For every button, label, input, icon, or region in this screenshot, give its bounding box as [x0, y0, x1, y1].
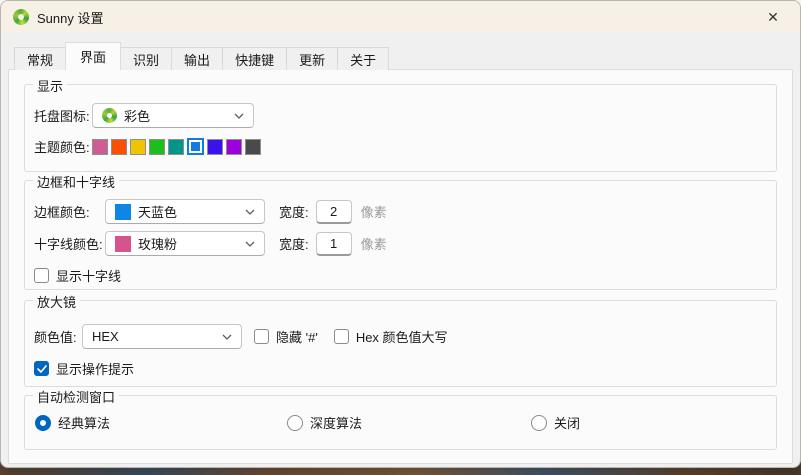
group-magnifier: 放大镜 颜色值: HEX 隐藏 '#': [24, 300, 777, 387]
window-title: Sunny 设置: [37, 8, 758, 27]
tab-bar: 常规 界面 识别 输出 快捷键 更新 关于: [14, 43, 793, 70]
radio-depth-dot[interactable]: [287, 415, 303, 431]
crosshair-color-swatch: [115, 236, 131, 252]
crosshair-width-unit: 像素: [361, 234, 387, 253]
group-magnifier-title: 放大镜: [33, 292, 80, 311]
tray-icon-preview: [102, 108, 117, 123]
crosshair-color-label: 十字线颜色:: [34, 234, 105, 253]
radio-off-dot[interactable]: [531, 415, 547, 431]
crosshair-width-input[interactable]: [316, 232, 352, 256]
tab-zone: 常规 界面 识别 输出 快捷键 更新 关于 显示 托盘图标: 彩色: [1, 33, 800, 464]
tab-update[interactable]: 更新: [286, 47, 338, 70]
theme-swatch-purple[interactable]: [226, 139, 242, 155]
radio-classic-label: 经典算法: [58, 413, 110, 432]
border-width-label: 宽度:: [279, 202, 309, 221]
border-color-select[interactable]: 天蓝色: [105, 199, 265, 224]
titlebar[interactable]: Sunny 设置 ✕: [1, 1, 800, 33]
theme-swatch-blueviolet[interactable]: [207, 139, 223, 155]
show-tips-label: 显示操作提示: [56, 359, 134, 378]
check-icon: [37, 365, 47, 373]
border-color-swatch: [115, 204, 131, 220]
show-crosshair-checkbox[interactable]: [34, 268, 49, 283]
border-color-row: 边框颜色: 天蓝色 宽度: 像素: [34, 199, 776, 224]
tray-icon-label: 托盘图标:: [34, 106, 92, 125]
crosshair-width-label: 宽度:: [279, 234, 309, 253]
border-width-unit: 像素: [361, 202, 387, 221]
algorithm-radio-row: 经典算法 深度算法 关闭: [34, 413, 776, 431]
theme-swatch-orange[interactable]: [111, 139, 127, 155]
radio-depth-algorithm[interactable]: 深度算法: [287, 413, 362, 432]
group-display: 显示 托盘图标: 彩色 主题颜色:: [24, 84, 777, 172]
screen: Sunny 设置 ✕ 常规 界面 识别 输出 快捷键 更新 关于 显示 托: [0, 0, 801, 475]
chevron-down-icon: [222, 334, 232, 340]
tab-hotkeys[interactable]: 快捷键: [222, 47, 287, 70]
show-tips-checkbox[interactable]: [34, 361, 49, 376]
theme-color-label: 主题颜色:: [34, 137, 92, 156]
color-value-select[interactable]: HEX: [82, 324, 242, 349]
radio-classic-algorithm[interactable]: 经典算法: [35, 413, 110, 432]
hide-hash-option[interactable]: 隐藏 '#': [254, 327, 318, 346]
color-value-current: HEX: [92, 329, 215, 344]
crosshair-color-select[interactable]: 玫瑰粉: [105, 231, 265, 256]
show-crosshair-label: 显示十字线: [56, 266, 121, 285]
show-tips-option[interactable]: 显示操作提示: [34, 359, 776, 378]
group-border-crosshair: 边框和十字线 边框颜色: 天蓝色 宽度: 像素: [24, 180, 777, 290]
theme-swatch-pink[interactable]: [92, 139, 108, 155]
group-auto-detect-title: 自动检测窗口: [33, 387, 119, 406]
border-width-input[interactable]: [316, 200, 352, 224]
tab-general[interactable]: 常规: [14, 47, 66, 70]
theme-swatch-yellow[interactable]: [130, 139, 146, 155]
crosshair-color-row: 十字线颜色: 玫瑰粉 宽度: 像素: [34, 231, 776, 256]
theme-swatch-teal[interactable]: [168, 139, 184, 155]
chevron-down-icon: [234, 113, 244, 119]
theme-swatch-blue-selected[interactable]: [187, 138, 204, 155]
tray-icon-select[interactable]: 彩色: [92, 103, 254, 128]
app-icon: [13, 9, 29, 25]
radio-off[interactable]: 关闭: [531, 413, 580, 432]
radio-off-label: 关闭: [554, 413, 580, 432]
theme-swatch-green[interactable]: [149, 139, 165, 155]
theme-color-row: 主题颜色:: [34, 137, 776, 156]
tray-icon-row: 托盘图标: 彩色: [34, 103, 776, 128]
show-crosshair-option[interactable]: 显示十字线: [34, 266, 776, 285]
theme-color-palette: [92, 138, 264, 155]
chevron-down-icon: [245, 209, 255, 215]
tab-about[interactable]: 关于: [337, 47, 389, 70]
close-icon: ✕: [767, 9, 779, 26]
hex-uppercase-checkbox[interactable]: [334, 329, 349, 344]
hide-hash-checkbox[interactable]: [254, 329, 269, 344]
group-border-title: 边框和十字线: [33, 172, 119, 191]
hide-hash-label: 隐藏 '#': [276, 327, 318, 346]
tab-output[interactable]: 输出: [171, 47, 223, 70]
tray-icon-value: 彩色: [124, 106, 227, 125]
settings-window: Sunny 设置 ✕ 常规 界面 识别 输出 快捷键 更新 关于 显示 托: [0, 0, 801, 468]
chevron-down-icon: [245, 241, 255, 247]
hex-uppercase-label: Hex 颜色值大写: [356, 327, 448, 346]
hex-uppercase-option[interactable]: Hex 颜色值大写: [334, 327, 448, 346]
theme-swatch-darkgray[interactable]: [245, 139, 261, 155]
border-color-value: 天蓝色: [138, 202, 238, 221]
tab-recognition[interactable]: 识别: [120, 47, 172, 70]
crosshair-color-value: 玫瑰粉: [138, 234, 238, 253]
radio-classic-dot[interactable]: [35, 415, 51, 431]
radio-depth-label: 深度算法: [310, 413, 362, 432]
group-auto-detect: 自动检测窗口 经典算法 深度算法 关闭: [24, 395, 777, 450]
tab-interface[interactable]: 界面: [65, 42, 121, 70]
tab-page-interface: 显示 托盘图标: 彩色 主题颜色:: [8, 69, 793, 464]
color-value-row: 颜色值: HEX 隐藏 '#': [34, 324, 776, 349]
color-value-label: 颜色值:: [34, 327, 82, 346]
border-color-label: 边框颜色:: [34, 202, 105, 221]
group-display-title: 显示: [33, 76, 67, 95]
close-button[interactable]: ✕: [758, 5, 788, 29]
